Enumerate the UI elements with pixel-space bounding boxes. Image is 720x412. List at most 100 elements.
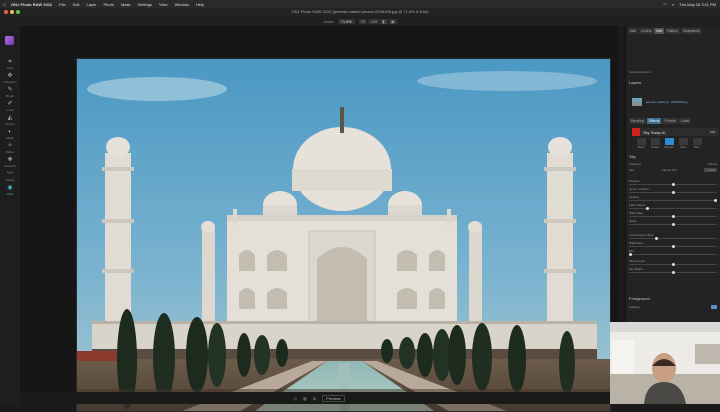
grid-icon[interactable]: ▦ xyxy=(303,396,307,401)
tool-liquify[interactable]: 〰 Liquify xyxy=(2,170,18,184)
lighting-swatch[interactable] xyxy=(711,304,717,309)
slider-fade-edges[interactable] xyxy=(629,207,717,210)
info-tabs: Nav Levels Info History Snapshots xyxy=(628,28,702,34)
tab-develop[interactable]: Develop xyxy=(629,118,646,124)
status-area: ◠ ⌕ Thu May 26 3:11 PM xyxy=(663,0,716,8)
sky-section-label: Sky xyxy=(629,154,636,159)
zoom-100-button[interactable]: 100 xyxy=(368,18,380,24)
tab-portrait[interactable]: Portrait xyxy=(662,118,678,124)
transform-icon: ✥ xyxy=(7,73,13,79)
close-icon[interactable] xyxy=(4,10,8,14)
slider-atmospheric-haze[interactable] xyxy=(629,237,717,240)
sky-preset-dramatic[interactable]: Dramatic xyxy=(664,138,674,149)
chisel-icon: ◭ xyxy=(7,115,13,121)
top-toolbar: Zoom 71.8% Fit 100 ◧ ▣ xyxy=(0,16,720,26)
tool-local[interactable]: ✐ Local xyxy=(2,100,18,114)
lighting-row[interactable]: Lighting xyxy=(629,304,717,309)
zoom-value[interactable]: 71.8% xyxy=(337,18,355,24)
tool-crop[interactable]: ⌗ Crop xyxy=(2,58,18,72)
tab-effects[interactable]: Effects xyxy=(646,118,662,124)
tool-perfect[interactable]: ◭ Perfect xyxy=(2,114,18,128)
taj-mahal-photo[interactable] xyxy=(76,58,611,412)
fit-button[interactable]: Fit xyxy=(358,18,368,24)
layers-header: Layers xyxy=(629,80,642,85)
import-button[interactable]: Import xyxy=(704,167,717,172)
eye-icon[interactable]: ◎ xyxy=(293,396,297,401)
tool-well: ⌗ Crop ✥ Transform ✎ Brush ✐ Local ◭ Perfect … xyxy=(0,26,20,404)
right-panel: Nav Levels Info History Snapshots Settin… xyxy=(625,26,720,322)
traffic-lights xyxy=(4,10,20,14)
tool-view[interactable]: ◉ View xyxy=(2,184,18,198)
tab-history[interactable]: History xyxy=(665,28,681,34)
tool-transform[interactable]: ✥ Transform xyxy=(2,72,18,86)
sky-preset-bright[interactable]: Bright xyxy=(636,138,646,149)
slider-scale[interactable] xyxy=(629,223,717,226)
slider-label-8: Blur xyxy=(629,248,635,253)
on1-logo xyxy=(5,36,14,45)
tab-info[interactable]: Info xyxy=(654,28,665,34)
apple-icon[interactable]:  xyxy=(2,2,7,7)
tab-nav[interactable]: Nav xyxy=(628,28,639,34)
tab-levels[interactable]: Levels xyxy=(639,28,654,34)
image-canvas[interactable] xyxy=(20,26,618,412)
sky-preset-stars[interactable]: Stars xyxy=(678,138,688,149)
loupe-icon[interactable]: ◍ xyxy=(313,396,317,401)
slider-horiz-location[interactable] xyxy=(629,191,717,194)
zoom-icon[interactable] xyxy=(16,10,20,14)
filter-opacity[interactable]: 100 xyxy=(710,130,715,134)
retouch-icon: ✚ xyxy=(7,157,13,163)
slider-sky-bright[interactable] xyxy=(629,271,717,274)
clock[interactable]: Thu May 26 3:11 PM xyxy=(679,2,716,7)
menu-app[interactable]: ON1 Photo RAW 2022 xyxy=(11,2,52,7)
mask-icon: ◐ xyxy=(8,129,12,135)
mac-menubar:  ON1 Photo RAW 2022 File Edit Layer Pho… xyxy=(0,0,720,8)
sky-preset-sunset[interactable]: Sunset xyxy=(650,138,660,149)
sky-row[interactable]: Sky Clouds 012 Import xyxy=(629,167,717,172)
settings-applied[interactable]: Settings Applied xyxy=(629,70,651,74)
slider-knob[interactable] xyxy=(629,253,632,256)
wifi-icon[interactable]: ◠ xyxy=(663,2,667,7)
menu-help[interactable]: Help xyxy=(196,2,204,7)
slider-knob[interactable] xyxy=(672,223,675,226)
slider-position[interactable] xyxy=(629,183,717,186)
menu-edit[interactable]: Edit xyxy=(73,2,80,7)
preview-button[interactable]: Preview xyxy=(322,394,345,402)
search-icon[interactable]: ⌕ xyxy=(672,2,674,7)
photo-illustration xyxy=(77,59,610,411)
slider-knob[interactable] xyxy=(672,271,675,274)
menu-photo[interactable]: Photo xyxy=(104,2,114,7)
compare-button[interactable]: ◧ xyxy=(380,18,388,24)
category-row[interactable]: Category Clouds xyxy=(629,161,717,166)
tab-snapshots[interactable]: Snapshots xyxy=(681,28,702,34)
tool-retouch[interactable]: ✚ Retouch xyxy=(2,156,18,170)
tool-brush[interactable]: ✎ Brush xyxy=(2,86,18,100)
menu-file[interactable]: File xyxy=(59,2,65,7)
menu-window[interactable]: Window xyxy=(175,2,189,7)
sky-presets: Bright Sunset Dramatic Stars Mine xyxy=(636,138,702,149)
slider-label-6: Atmospheric Haze xyxy=(629,232,654,237)
tool-mask[interactable]: ◐ Mask xyxy=(2,128,18,142)
menu-layer[interactable]: Layer xyxy=(86,2,96,7)
minimize-icon[interactable] xyxy=(10,10,14,14)
fullscreen-button[interactable]: ▣ xyxy=(388,18,397,24)
slider-shift-edge[interactable] xyxy=(629,215,717,218)
slider-label-3: Fade Edges xyxy=(629,202,646,207)
sky-preset-mine[interactable]: Mine xyxy=(692,138,702,149)
menu-mask[interactable]: Mask xyxy=(121,2,131,7)
slider-opacity[interactable] xyxy=(629,199,717,202)
slider-brightness[interactable] xyxy=(629,245,717,248)
local-brush-icon: ✐ xyxy=(7,101,13,107)
menu-view[interactable]: View xyxy=(159,2,168,7)
layer-thumbnail[interactable] xyxy=(632,98,642,106)
tool-tabs: Develop Effects Portrait Local xyxy=(629,118,692,124)
slider-label-2: Opacity xyxy=(629,194,640,199)
sky-swap-header[interactable]: Sky Swap AI 100 xyxy=(632,128,718,136)
webcam-overlay xyxy=(610,322,720,404)
layer-name[interactable]: jeremie-markid-p...0098108.jpg xyxy=(646,100,688,104)
bottom-bar: ◎ ▦ ◍ Preview xyxy=(20,392,618,404)
tab-local[interactable]: Local xyxy=(678,118,692,124)
menu-settings[interactable]: Settings xyxy=(138,2,152,7)
slider-sky-amount[interactable] xyxy=(629,263,717,266)
tool-refine[interactable]: ✧ Refine xyxy=(2,142,18,156)
slider-blur[interactable] xyxy=(629,253,717,256)
